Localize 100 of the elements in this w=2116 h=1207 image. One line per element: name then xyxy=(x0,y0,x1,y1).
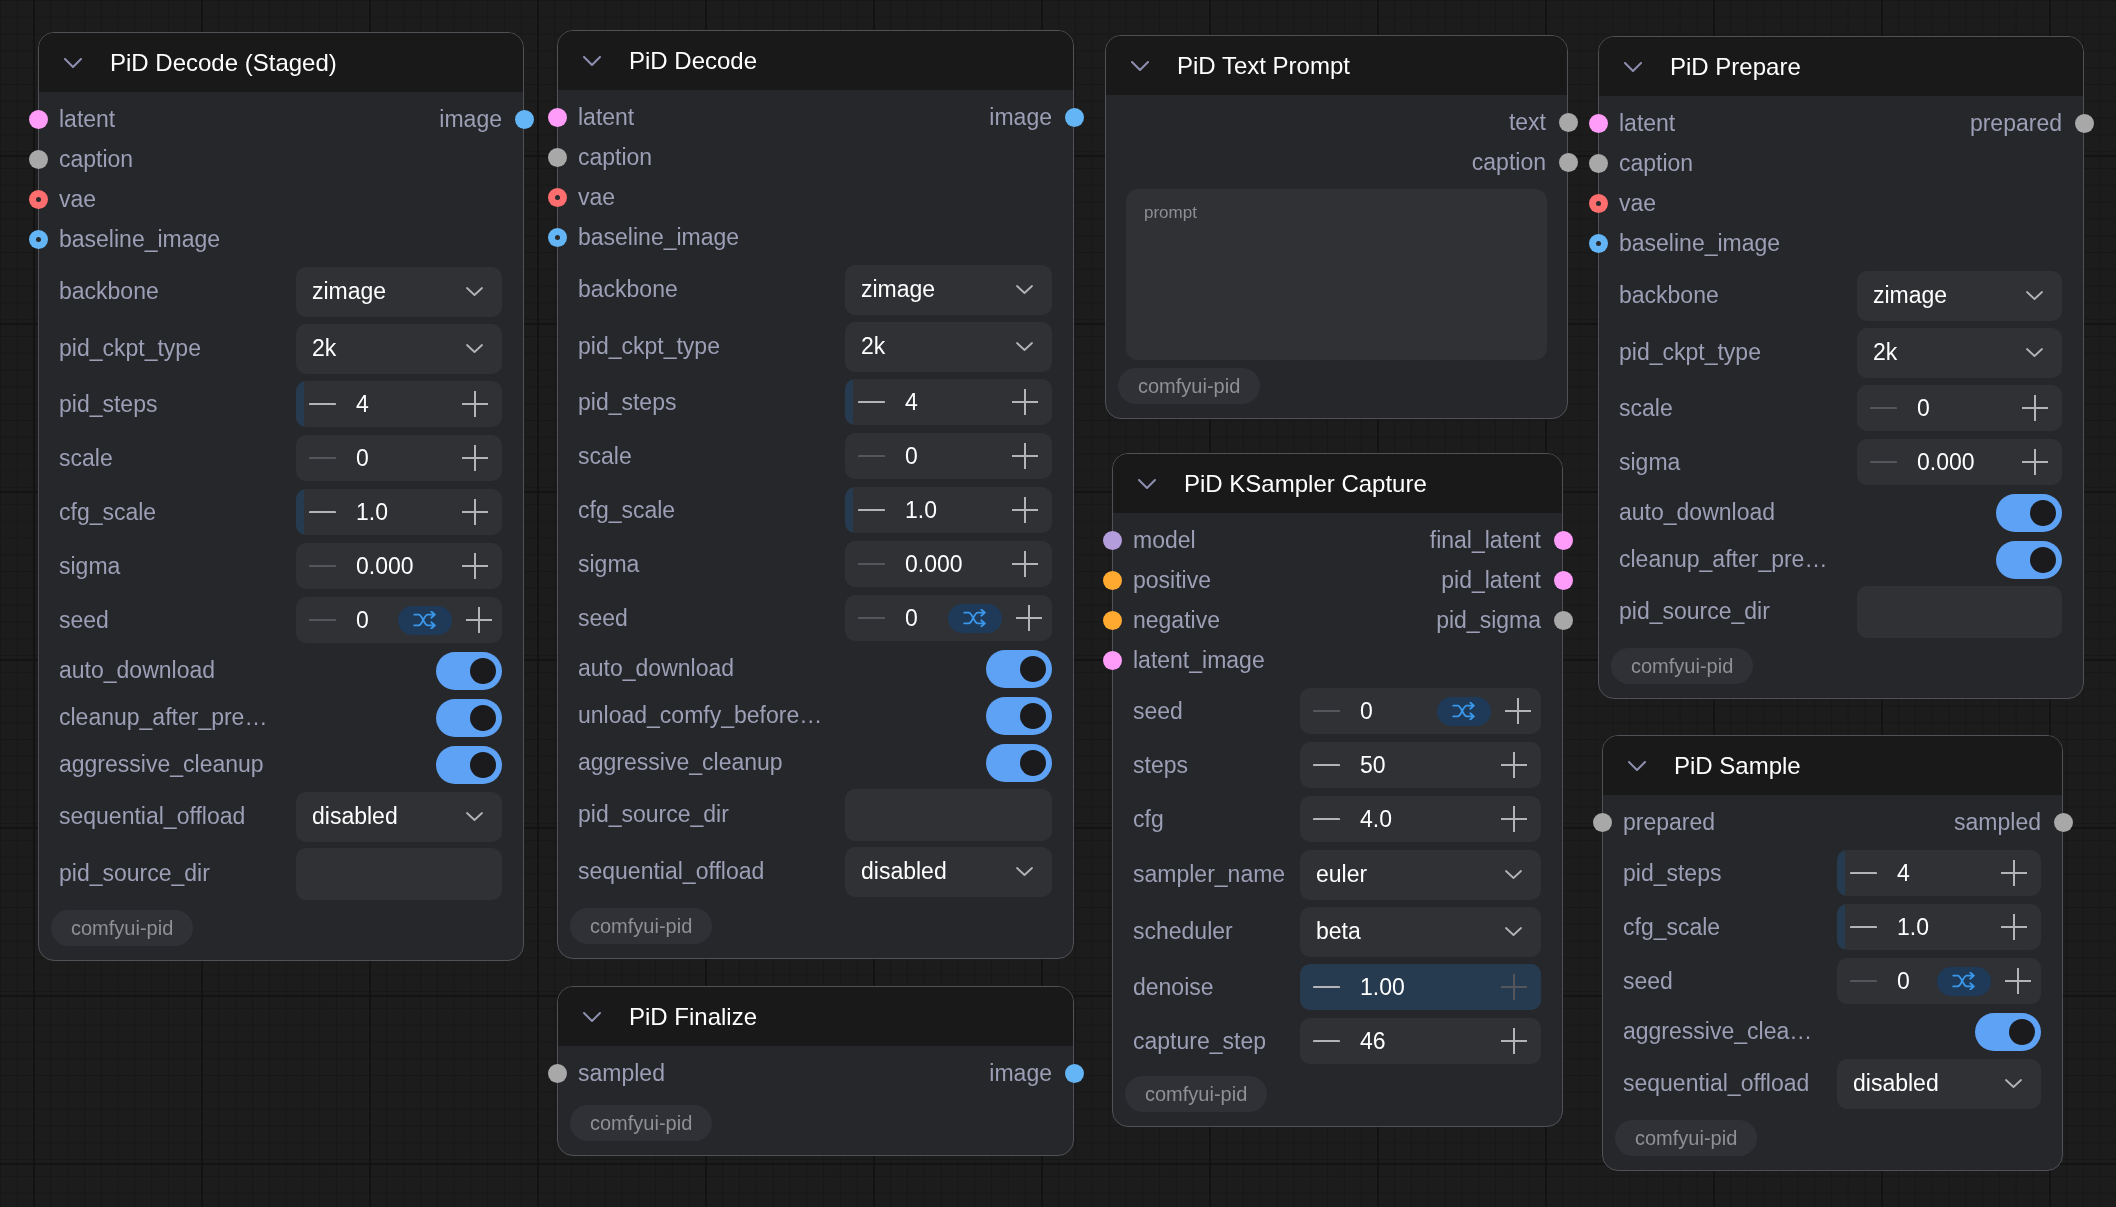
plus-icon[interactable] xyxy=(1016,605,1042,631)
input-dot-icon[interactable] xyxy=(547,187,567,207)
dropdown[interactable]: disabled xyxy=(845,846,1052,897)
prompt-textarea[interactable]: prompt xyxy=(1126,189,1547,360)
dropdown[interactable]: zimage xyxy=(296,266,502,317)
number-input[interactable]: 1.0 xyxy=(296,489,502,535)
number-input[interactable]: 0 xyxy=(845,433,1052,479)
plus-icon[interactable] xyxy=(1501,806,1527,832)
output-dot-icon[interactable] xyxy=(1553,570,1573,590)
plus-icon[interactable] xyxy=(462,553,488,579)
minus-icon[interactable] xyxy=(309,402,336,406)
plus-icon[interactable] xyxy=(1012,389,1038,415)
plus-icon[interactable] xyxy=(1012,497,1038,523)
plus-icon[interactable] xyxy=(1012,551,1038,577)
dropdown[interactable]: zimage xyxy=(1857,270,2062,321)
minus-icon[interactable] xyxy=(1313,985,1340,989)
number-input[interactable]: 4 xyxy=(1837,850,2041,896)
output-dot-icon[interactable] xyxy=(2053,812,2073,832)
input-dot-icon[interactable] xyxy=(1102,530,1122,550)
input-dot-icon[interactable] xyxy=(1592,812,1612,832)
minus-icon[interactable] xyxy=(1313,1039,1340,1043)
output-dot-icon[interactable] xyxy=(514,109,534,129)
shuffle-button[interactable] xyxy=(1437,696,1491,726)
chevron-down-icon[interactable] xyxy=(1624,61,1642,72)
chevron-down-icon[interactable] xyxy=(583,55,601,66)
toggle-switch[interactable] xyxy=(986,743,1052,782)
shuffle-button[interactable] xyxy=(948,603,1002,633)
dropdown[interactable]: disabled xyxy=(296,791,502,842)
minus-icon[interactable] xyxy=(1850,871,1877,875)
plus-icon[interactable] xyxy=(2022,395,2048,421)
dropdown[interactable]: 2k xyxy=(296,323,502,374)
input-dot-icon[interactable] xyxy=(1102,570,1122,590)
plus-icon[interactable] xyxy=(1505,698,1531,724)
input-dot-icon[interactable] xyxy=(547,227,567,247)
number-input[interactable]: 0 xyxy=(296,435,502,481)
output-dot-icon[interactable] xyxy=(1064,1063,1084,1083)
input-dot-icon[interactable] xyxy=(28,229,48,249)
number-input[interactable]: 1.0 xyxy=(1837,904,2041,950)
minus-icon[interactable] xyxy=(858,400,885,404)
plus-icon[interactable] xyxy=(2001,860,2027,886)
number-input[interactable]: 0 xyxy=(1857,385,2062,431)
toggle-switch[interactable] xyxy=(1996,493,2062,532)
plus-icon[interactable] xyxy=(1501,1028,1527,1054)
input-dot-icon[interactable] xyxy=(1102,650,1122,670)
shuffle-button[interactable] xyxy=(398,605,452,635)
number-input[interactable]: 0 xyxy=(845,595,1052,641)
number-input[interactable]: 4 xyxy=(296,381,502,427)
input-dot-icon[interactable] xyxy=(1102,610,1122,630)
output-dot-icon[interactable] xyxy=(1064,107,1084,127)
number-input[interactable]: 0.000 xyxy=(845,541,1052,587)
plus-icon[interactable] xyxy=(1012,443,1038,469)
minus-icon[interactable] xyxy=(858,508,885,512)
chevron-down-icon[interactable] xyxy=(1628,760,1646,771)
number-input[interactable]: 46 xyxy=(1300,1018,1541,1064)
number-input[interactable]: 0 xyxy=(1837,958,2041,1004)
output-dot-icon[interactable] xyxy=(1553,530,1573,550)
input-dot-icon[interactable] xyxy=(28,149,48,169)
toggle-switch[interactable] xyxy=(1996,540,2062,579)
number-input[interactable]: 0 xyxy=(1300,688,1541,734)
plus-icon[interactable] xyxy=(2001,914,2027,940)
toggle-switch[interactable] xyxy=(436,651,502,690)
input-dot-icon[interactable] xyxy=(1588,153,1608,173)
plus-icon[interactable] xyxy=(2022,449,2048,475)
shuffle-button[interactable] xyxy=(1937,966,1991,996)
number-input[interactable]: 0.000 xyxy=(1857,439,2062,485)
output-dot-icon[interactable] xyxy=(2074,113,2094,133)
number-input[interactable]: 1.00 xyxy=(1300,964,1541,1010)
minus-icon[interactable] xyxy=(1313,763,1340,767)
toggle-switch[interactable] xyxy=(436,698,502,737)
toggle-switch[interactable] xyxy=(986,649,1052,688)
input-dot-icon[interactable] xyxy=(28,189,48,209)
number-input[interactable]: 0 xyxy=(296,597,502,643)
minus-icon[interactable] xyxy=(1313,817,1340,821)
toggle-switch[interactable] xyxy=(436,745,502,784)
plus-icon[interactable] xyxy=(466,607,492,633)
output-dot-icon[interactable] xyxy=(1553,610,1573,630)
number-input[interactable]: 4 xyxy=(845,379,1052,425)
input-dot-icon[interactable] xyxy=(1588,233,1608,253)
chevron-down-icon[interactable] xyxy=(64,57,82,68)
plus-icon[interactable] xyxy=(1501,752,1527,778)
input-dot-icon[interactable] xyxy=(547,147,567,167)
input-dot-icon[interactable] xyxy=(547,1063,567,1083)
input-dot-icon[interactable] xyxy=(1588,193,1608,213)
dropdown[interactable]: zimage xyxy=(845,264,1052,315)
number-input[interactable]: 1.0 xyxy=(845,487,1052,533)
output-dot-icon[interactable] xyxy=(1558,112,1578,132)
number-input[interactable]: 4.0 xyxy=(1300,796,1541,842)
plus-icon[interactable] xyxy=(462,391,488,417)
dropdown[interactable]: disabled xyxy=(1837,1058,2041,1109)
minus-icon[interactable] xyxy=(309,510,336,514)
number-input[interactable]: 50 xyxy=(1300,742,1541,788)
dropdown[interactable]: euler xyxy=(1300,849,1541,900)
minus-icon[interactable] xyxy=(1850,925,1877,929)
input-dot-icon[interactable] xyxy=(1588,113,1608,133)
output-dot-icon[interactable] xyxy=(1558,152,1578,172)
chevron-down-icon[interactable] xyxy=(1131,60,1149,71)
toggle-switch[interactable] xyxy=(986,696,1052,735)
dropdown[interactable]: 2k xyxy=(845,321,1052,372)
input-dot-icon[interactable] xyxy=(28,109,48,129)
plus-icon[interactable] xyxy=(462,499,488,525)
